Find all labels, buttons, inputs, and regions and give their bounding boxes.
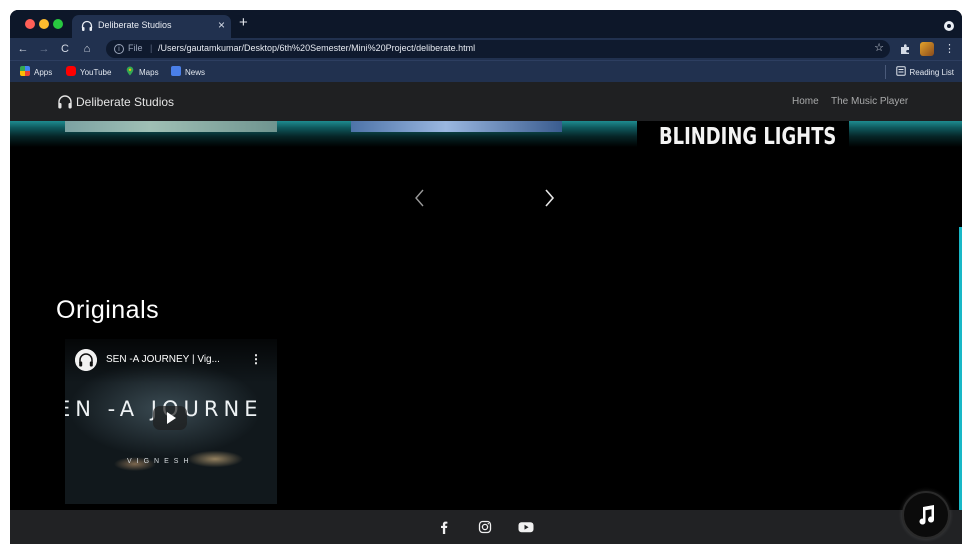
maps-pin-icon: [126, 66, 134, 76]
brand-link[interactable]: Deliberate Studios: [57, 94, 174, 110]
page-viewport: Deliberate Studios Home The Music Player…: [10, 82, 962, 544]
minimize-window-button[interactable]: [39, 19, 49, 29]
video-title[interactable]: SEN -A JOURNEY | Vig...: [106, 354, 220, 365]
reading-list-label: Reading List: [909, 68, 954, 77]
home-button[interactable]: ⌂: [80, 41, 94, 57]
extension-avatar-icon[interactable]: [920, 42, 934, 56]
channel-avatar[interactable]: [75, 349, 97, 371]
site-navbar: Deliberate Studios Home The Music Player: [10, 82, 962, 121]
bookmark-label: YouTube: [80, 68, 112, 77]
address-toolbar: ← → C ⌂ i File | /Users/gautamkumar/Desk…: [10, 38, 962, 60]
bookmark-star-icon[interactable]: ☆: [874, 41, 884, 54]
info-icon[interactable]: i: [114, 44, 124, 54]
news-icon: [171, 66, 181, 76]
browser-window: Deliberate Studios × + ← → C ⌂ i File | …: [10, 10, 962, 544]
site-footer: [10, 510, 962, 544]
tab-strip: Deliberate Studios × +: [10, 10, 962, 38]
bookmark-label: News: [185, 68, 206, 77]
profile-icon[interactable]: [944, 21, 954, 31]
apps-grid-icon: [20, 66, 30, 76]
youtube-icon: [66, 66, 76, 76]
headphones-icon: [58, 95, 72, 109]
tab-deliberate-studios[interactable]: Deliberate Studios ×: [72, 15, 231, 38]
reload-button[interactable]: C: [58, 41, 72, 57]
nav-home-link[interactable]: Home: [792, 96, 819, 107]
more-options-icon[interactable]: ⋮: [250, 352, 262, 366]
youtube-icon[interactable]: [518, 520, 534, 534]
chevron-right-icon[interactable]: [540, 187, 558, 209]
tab-close-icon[interactable]: ×: [218, 18, 225, 32]
new-tab-button[interactable]: +: [239, 14, 248, 32]
carousel: BLINDING LIGHTS: [10, 121, 962, 261]
play-button[interactable]: [153, 406, 187, 430]
video-embed[interactable]: SEN -A JOURNEY | Vig... ⋮ EN -A JOURNE V…: [65, 339, 277, 504]
headphones-icon: [81, 20, 93, 31]
chevron-left-icon[interactable]: [411, 187, 429, 209]
bookmark-label: Apps: [34, 68, 53, 77]
bookmark-label: Maps: [139, 68, 159, 77]
section-title-originals: Originals: [56, 296, 160, 324]
url-scheme: File: [128, 43, 143, 53]
tab-title: Deliberate Studios: [98, 20, 172, 30]
url-text[interactable]: /Users/gautamkumar/Desktop/6th%20Semeste…: [158, 43, 475, 53]
music-note-icon: [919, 505, 935, 525]
bookmark-news[interactable]: News: [171, 66, 205, 78]
forward-button[interactable]: →: [37, 41, 51, 57]
close-window-button[interactable]: [25, 19, 35, 29]
instagram-icon[interactable]: [478, 520, 492, 534]
carousel-slide-3[interactable]: BLINDING LIGHTS: [637, 121, 849, 153]
browser-menu-icon[interactable]: ⋮: [944, 41, 955, 57]
bookmarks-bar: Apps YouTube Maps News Reading List: [10, 60, 962, 82]
bookmark-youtube[interactable]: YouTube: [66, 66, 111, 78]
carousel-slide-1[interactable]: [65, 121, 277, 132]
reading-list-icon: [895, 66, 906, 76]
back-button[interactable]: ←: [16, 41, 30, 57]
music-player-fab[interactable]: [902, 491, 950, 539]
carousel-slide-2[interactable]: [351, 121, 562, 132]
puzzle-icon[interactable]: [899, 43, 911, 55]
video-overlay-subtitle: VIGNESH: [127, 458, 194, 465]
facebook-icon[interactable]: [437, 520, 451, 534]
bookmark-apps[interactable]: Apps: [20, 66, 52, 78]
reading-list-button[interactable]: Reading List: [895, 66, 954, 79]
nav-music-player-link[interactable]: The Music Player: [831, 96, 908, 107]
slide-title: BLINDING LIGHTS: [659, 124, 837, 150]
address-bar[interactable]: i File | /Users/gautamkumar/Desktop/6th%…: [106, 40, 890, 58]
bookmark-maps[interactable]: Maps: [125, 66, 159, 78]
maximize-window-button[interactable]: [53, 19, 63, 29]
bookmarks-divider: [885, 65, 886, 79]
brand-name: Deliberate Studios: [76, 95, 175, 109]
url-separator: |: [150, 43, 153, 53]
